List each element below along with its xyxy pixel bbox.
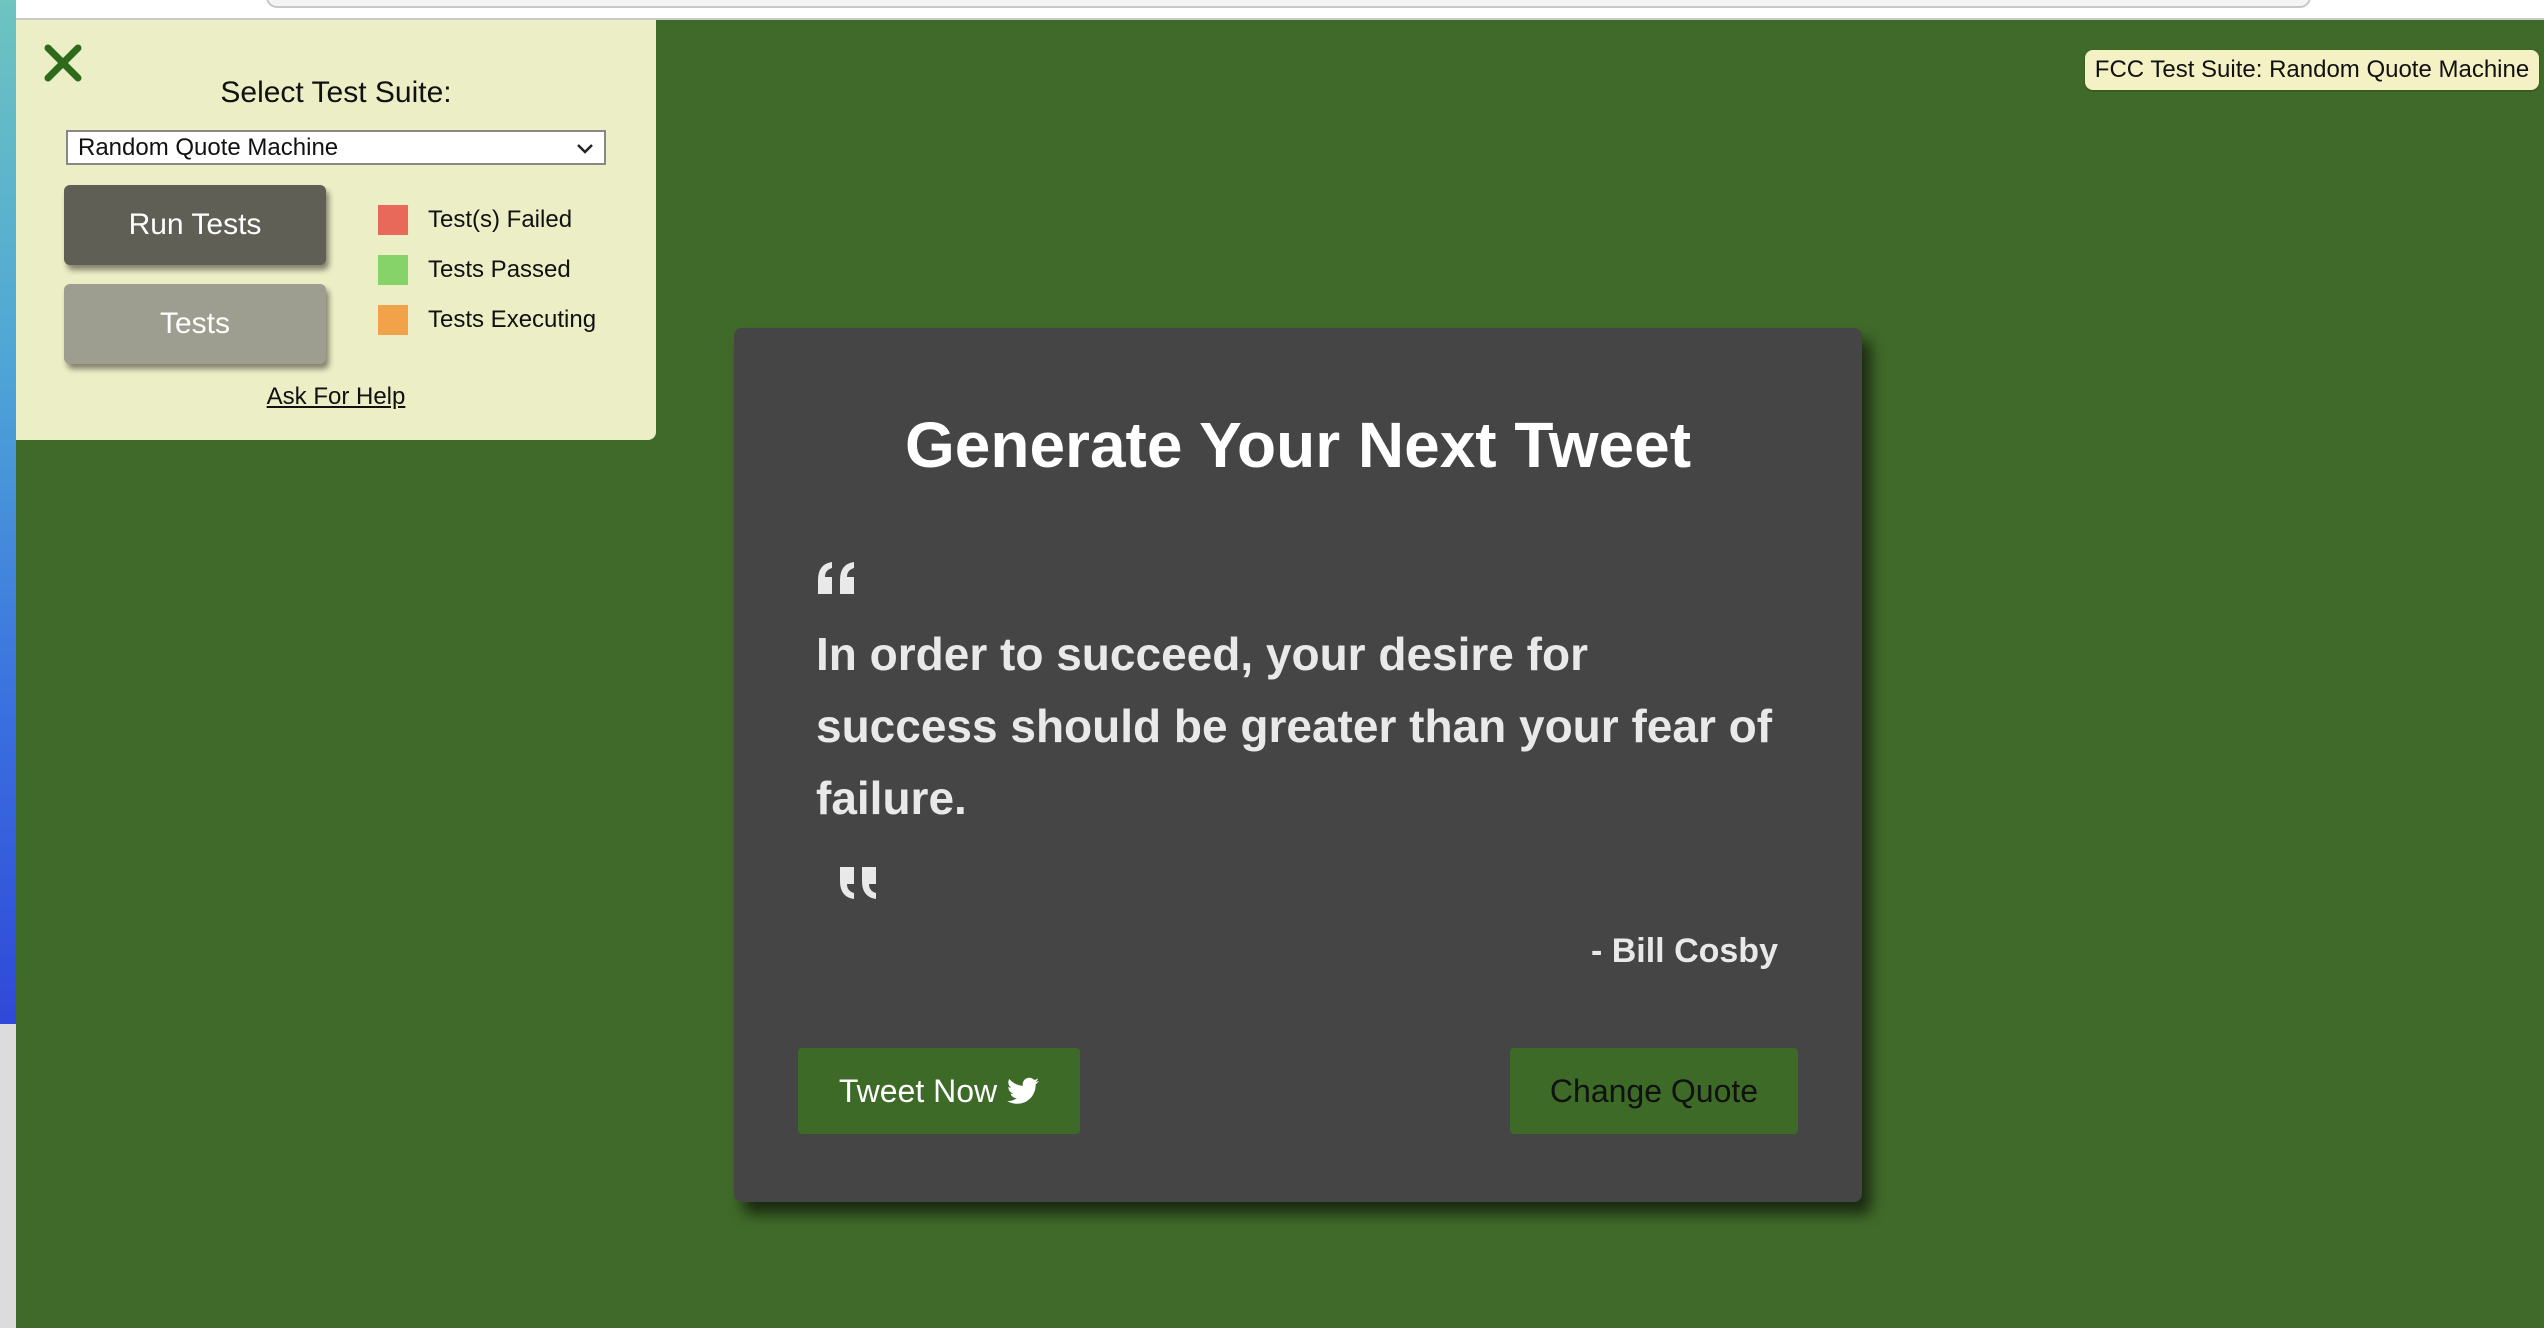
ask-for-help-link[interactable]: Ask For Help [16, 383, 656, 411]
failed-swatch [378, 205, 408, 235]
address-bar[interactable] [266, 0, 2311, 8]
chevron-down-icon [577, 144, 593, 154]
tests-button[interactable]: Tests [64, 284, 326, 364]
fcc-test-panel: Select Test Suite: Random Quote Machine … [16, 20, 656, 440]
legend-failed-label: Test(s) Failed [428, 206, 573, 233]
desktop-edge [0, 0, 16, 1328]
suite-label: Select Test Suite: [220, 76, 452, 109]
quote-left-icon [818, 562, 854, 594]
fcc-title-badge: FCC Test Suite: Random Quote Machine [2085, 50, 2539, 90]
card-title: Generate Your Next Tweet [904, 409, 1692, 481]
legend-passed-label: Tests Passed [428, 256, 571, 283]
quote-text: In order to succeed, your desire for suc… [816, 628, 1773, 824]
browser-chrome [16, 0, 2544, 20]
quote-box: Generate Your Next Tweet In order to suc… [734, 328, 1862, 1202]
tweet-button-label: Tweet Now [838, 1072, 998, 1109]
passed-swatch [378, 255, 408, 285]
twitter-icon [1007, 1077, 1040, 1104]
quote-right-icon [840, 867, 876, 899]
legend-passed: Tests Passed [378, 255, 571, 285]
legend-executing: Tests Executing [378, 305, 596, 335]
quote-author: - Bill Cosby [1590, 932, 1778, 970]
new-quote-button[interactable]: Change Quote [1510, 1048, 1798, 1134]
desktop-wallpaper-strip [0, 0, 16, 1024]
executing-swatch [378, 305, 408, 335]
selected-suite-value: Random Quote Machine [78, 133, 339, 161]
legend-executing-label: Tests Executing [428, 306, 597, 333]
legend-failed: Test(s) Failed [378, 205, 572, 235]
tweet-quote-button[interactable]: Tweet Now [798, 1048, 1080, 1134]
test-suite-select[interactable]: Random Quote Machine [66, 130, 606, 165]
run-tests-button[interactable]: Run Tests [64, 185, 326, 265]
